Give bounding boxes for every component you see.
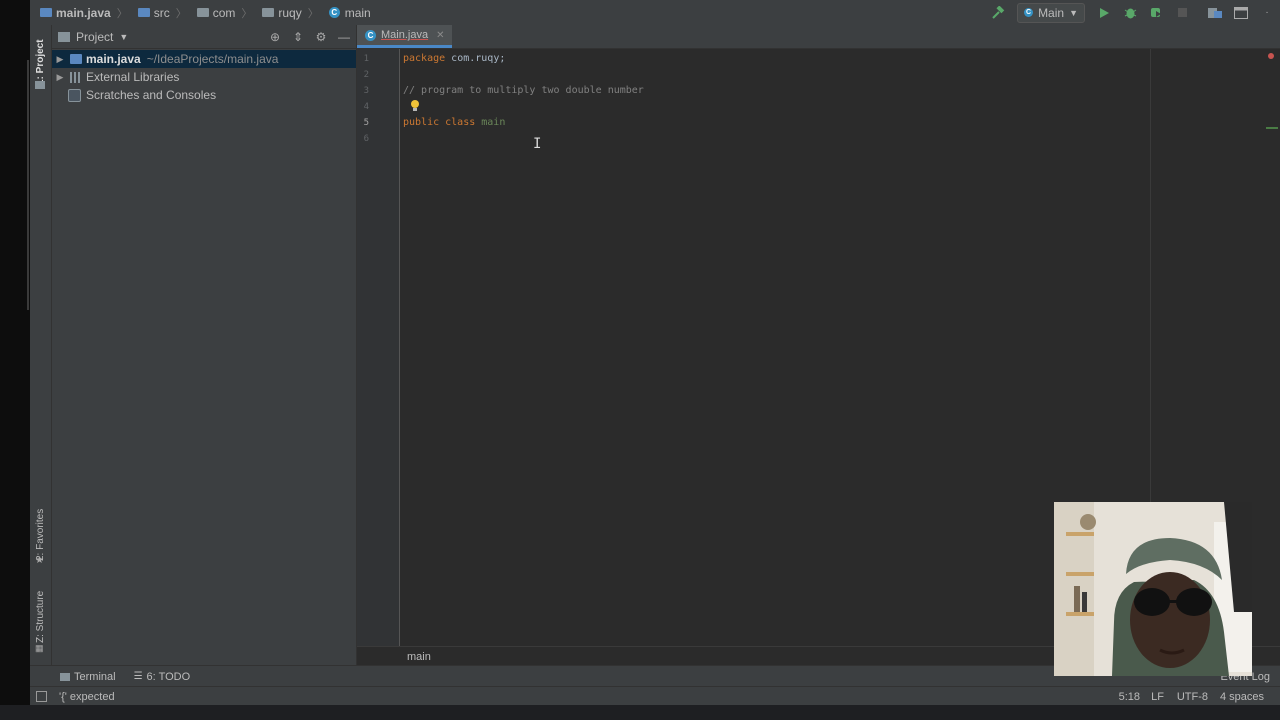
chevron-right-icon: 〉 [241, 7, 253, 20]
project-view-icon [58, 31, 70, 42]
code-line-1: package com.ruqy; [403, 53, 506, 64]
toggle-tool-windows-icon[interactable] [36, 691, 47, 702]
code-line-3: // program to multiply two double number [403, 85, 644, 96]
library-icon [70, 71, 82, 83]
locate-target-icon[interactable]: ⊕ [267, 29, 283, 45]
project-view-select[interactable]: Project [76, 30, 113, 44]
caret-position[interactable]: 5:18 [1119, 691, 1140, 703]
code-line-5: public class main [403, 117, 506, 128]
webcam-overlay [1054, 502, 1252, 676]
line-number: 3 [363, 86, 369, 96]
text-cursor-icon: I [533, 136, 542, 152]
terminal-icon [60, 672, 70, 681]
webcam-person-image [1054, 502, 1252, 676]
line-number: 4 [363, 102, 369, 112]
run-toolbar: C Main ▼ · [985, 0, 1280, 25]
tree-item-main-java[interactable]: ▶ main.java ~/IdeaProjects/main.java [52, 50, 356, 68]
line-number-gutter: 1 2 3 4 5 6 [357, 49, 400, 646]
lightbulb-icon[interactable] [410, 99, 420, 112]
breadcrumb-com[interactable]: com 〉 [196, 5, 259, 21]
expand-arrow-icon[interactable]: ▶ [54, 72, 66, 83]
breadcrumb-src[interactable]: src 〉 [137, 5, 193, 21]
dropdown-arrow-icon: ▼ [1069, 7, 1078, 18]
run-icon[interactable] [1096, 5, 1112, 21]
line-number: 2 [363, 70, 369, 80]
dropdown-arrow-icon[interactable]: ▼ [119, 32, 128, 42]
expand-arrow-icon[interactable]: ▶ [54, 54, 66, 65]
breadcrumb-ruqy[interactable]: ruqy 〉 [262, 5, 324, 21]
star-icon: ★ [35, 555, 44, 566]
run-configuration-select[interactable]: C Main ▼ [1017, 2, 1085, 23]
file-encoding[interactable]: UTF-8 [1177, 691, 1208, 703]
chevron-right-icon: 〉 [307, 7, 319, 20]
module-folder-icon [70, 54, 82, 64]
line-separator[interactable]: LF [1151, 691, 1164, 703]
status-bar: '{' expected 5:18 LF UTF-8 4 spaces [30, 686, 1280, 706]
class-icon: C [328, 7, 340, 18]
hide-minus-icon[interactable]: — [336, 29, 352, 45]
project-folder-icon [40, 8, 52, 17]
navigation-bar: main.java 〉 src 〉 com 〉 ruqy 〉 C main C … [30, 0, 1280, 26]
scroll-marker [1266, 127, 1278, 129]
stop-icon[interactable] [1174, 5, 1190, 21]
line-number: 1 [363, 54, 369, 64]
gear-icon[interactable]: ⚙ [313, 29, 329, 45]
tree-item-external-libraries[interactable]: ▶ External Libraries [52, 68, 356, 86]
list-icon: ☰ [133, 671, 143, 682]
left-tool-stripe: 1: Project 2: Favorites ★ Z: Structure ▦ [30, 25, 52, 687]
project-folder-icon [35, 81, 45, 89]
source-folder-icon [137, 8, 150, 17]
project-panel-header: Project ▼ ⊕ ⇕ ⚙ — [52, 25, 356, 49]
build-hammer-icon[interactable] [990, 5, 1006, 21]
status-message: '{' expected [59, 690, 115, 703]
line-number: 5 [363, 118, 369, 128]
tree-item-scratches[interactable]: Scratches and Consoles [52, 86, 356, 104]
editor-tab-bar: C Main.java ✕ [357, 25, 1280, 49]
scratches-icon [68, 88, 81, 102]
more-icon[interactable]: · [1259, 5, 1275, 21]
run-with-coverage-icon[interactable] [1148, 5, 1164, 21]
indent-setting[interactable]: 4 spaces [1220, 691, 1264, 703]
close-icon[interactable]: ✕ [436, 30, 444, 41]
package-folder-icon [196, 8, 209, 17]
window-layout-icon[interactable] [1233, 5, 1249, 21]
todo-tab[interactable]: ☰ 6: TODO [134, 671, 191, 683]
outer-left-edge [0, 0, 30, 720]
class-icon: C [365, 29, 376, 41]
terminal-tab[interactable]: Terminal [60, 671, 116, 683]
tab-structure[interactable]: Z: Structure [30, 587, 51, 647]
tab-main-java[interactable]: C Main.java ✕ [357, 25, 453, 48]
breadcrumb-main-class[interactable]: C main [328, 6, 371, 20]
collapse-all-icon[interactable]: ⇕ [290, 29, 306, 45]
class-icon: C [1024, 8, 1034, 17]
project-panel: Project ▼ ⊕ ⇕ ⚙ — ▶ main.java ~/IdeaProj… [52, 25, 357, 665]
chevron-right-icon: 〉 [116, 7, 128, 20]
line-number: 6 [363, 134, 369, 144]
debug-bug-icon[interactable] [1122, 5, 1138, 21]
chevron-right-icon: 〉 [175, 7, 187, 20]
breadcrumb-project[interactable]: main.java 〉 [40, 5, 134, 21]
outer-bottom-edge [0, 705, 1280, 720]
breadcrumb-class-main[interactable]: main [407, 651, 431, 663]
package-folder-icon [262, 8, 275, 17]
project-structure-icon[interactable] [1207, 5, 1223, 21]
error-indicator-icon[interactable] [1268, 53, 1274, 59]
structure-icon: ▦ [35, 643, 44, 653]
